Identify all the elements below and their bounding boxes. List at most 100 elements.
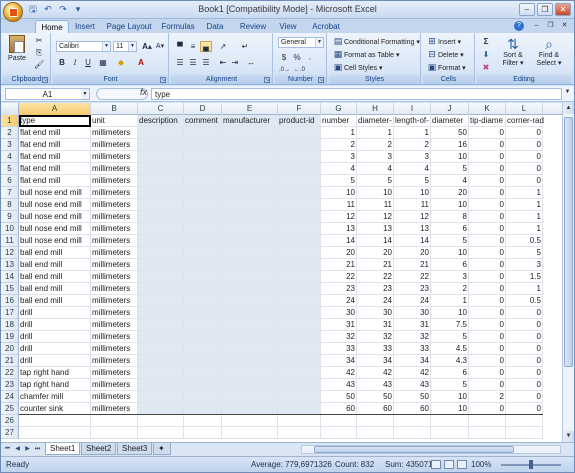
table-cell[interactable]: 5 [394,175,431,187]
table-cell[interactable]: 50 [394,391,431,403]
table-cell[interactable] [184,283,222,295]
find-select-button[interactable]: ⌕ Find & Select ▾ [531,36,567,67]
table-cell[interactable] [138,139,184,151]
tab-formulas[interactable]: Formulas [159,20,197,33]
tab-data[interactable]: Data [204,20,226,33]
shrink-font-icon[interactable]: A▾ [154,41,166,52]
header-cell[interactable]: description [138,115,184,127]
workbook-minimize-icon[interactable]: – [531,21,542,31]
merge-center-icon[interactable]: ↔ [245,57,257,68]
header-cell[interactable]: length-of- [394,115,431,127]
header-cell[interactable]: product-id [278,115,321,127]
table-cell[interactable]: 0 [469,331,506,343]
table-cell[interactable]: 0 [506,127,543,139]
table-cell[interactable] [138,223,184,235]
comma-style-icon[interactable]: , [304,52,316,63]
table-cell[interactable] [222,355,278,367]
column-header-j[interactable]: J [431,103,469,115]
table-cell[interactable]: 22 [394,271,431,283]
table-cell[interactable] [278,199,321,211]
table-cell[interactable]: 0 [469,367,506,379]
table-cell[interactable]: 1 [506,283,543,295]
table-cell[interactable] [184,235,222,247]
table-cell[interactable] [184,295,222,307]
table-cell[interactable]: 0 [506,331,543,343]
table-cell[interactable] [184,139,222,151]
table-cell[interactable]: 0 [469,163,506,175]
table-cell[interactable]: 10 [431,151,469,163]
table-cell[interactable] [19,427,91,439]
table-cell[interactable] [222,223,278,235]
table-cell[interactable]: millimeters [91,235,138,247]
table-cell[interactable]: 31 [321,319,357,331]
table-cell[interactable]: 22 [357,271,394,283]
table-cell[interactable]: 34 [357,355,394,367]
table-cell[interactable] [138,307,184,319]
table-cell[interactable] [184,379,222,391]
row-header[interactable]: 7 [1,187,19,199]
name-box[interactable]: A1 ▼ [5,88,90,100]
table-cell[interactable]: millimeters [91,151,138,163]
workbook-restore-icon[interactable]: ❐ [545,21,556,31]
table-cell[interactable] [138,379,184,391]
table-cell[interactable] [138,199,184,211]
formula-input[interactable]: type [151,88,562,100]
table-cell[interactable]: 21 [394,259,431,271]
last-sheet-icon[interactable]: ⏭ [33,445,42,454]
row-header[interactable]: 24 [1,391,19,403]
row-header[interactable]: 1 [1,115,19,127]
table-cell[interactable]: 1 [431,295,469,307]
row-header[interactable]: 16 [1,295,19,307]
borders-icon[interactable]: ▦ [97,57,109,68]
table-cell[interactable] [222,367,278,379]
table-cell[interactable]: 1 [506,187,543,199]
table-cell[interactable]: 16 [431,139,469,151]
font-size-dropdown-icon[interactable]: ▼ [128,42,136,51]
table-cell[interactable]: 1.5 [506,271,543,283]
table-cell[interactable]: 0 [469,223,506,235]
table-cell[interactable]: 2 [431,283,469,295]
row-header[interactable]: 22 [1,367,19,379]
align-left-icon[interactable]: ☰ [174,57,186,68]
increase-decimal-icon[interactable]: .0→ [278,64,290,75]
tab-view[interactable]: View [277,20,299,33]
table-cell[interactable] [222,247,278,259]
table-cell[interactable]: millimeters [91,247,138,259]
format-as-table-button[interactable]: ▦ Format as Table ▾ [332,49,400,60]
table-cell[interactable] [138,247,184,259]
vertical-scroll-thumb[interactable] [564,117,573,367]
table-cell[interactable]: millimeters [91,379,138,391]
row-header[interactable]: 14 [1,271,19,283]
name-box-dropdown-icon[interactable]: ▼ [81,89,89,99]
wrap-text-icon[interactable]: ↵ [239,41,251,52]
table-cell[interactable]: 0 [506,379,543,391]
tab-acrobat[interactable]: Acrobat [309,20,343,33]
office-button[interactable] [3,2,23,22]
zoom-slider-knob[interactable] [529,460,533,469]
table-cell[interactable] [321,415,357,427]
select-all-corner[interactable] [1,103,19,115]
insert-function-icon[interactable]: fx [140,87,147,97]
table-cell[interactable]: 31 [357,319,394,331]
row-header[interactable]: 17 [1,307,19,319]
table-cell[interactable] [184,367,222,379]
column-header-b[interactable]: B [91,103,138,115]
fill-color-icon[interactable]: ◆ [115,57,127,68]
delete-cells-button[interactable]: ⊟ Delete ▾ [426,49,463,60]
table-cell[interactable]: 20 [431,187,469,199]
table-cell[interactable] [278,283,321,295]
table-cell[interactable] [184,355,222,367]
table-cell[interactable]: 10 [431,391,469,403]
table-cell[interactable]: 34 [394,355,431,367]
row-header[interactable]: 5 [1,163,19,175]
table-cell[interactable] [184,307,222,319]
table-cell[interactable] [278,379,321,391]
autosum-icon[interactable]: Σ [480,36,492,47]
table-cell[interactable]: 6 [431,367,469,379]
minimize-icon[interactable]: – [519,3,535,16]
header-cell[interactable]: manufacturer [222,115,278,127]
table-cell[interactable]: 0 [469,343,506,355]
column-header-g[interactable]: G [321,103,357,115]
row-header[interactable]: 20 [1,343,19,355]
tab-insert[interactable]: Insert [71,20,99,33]
